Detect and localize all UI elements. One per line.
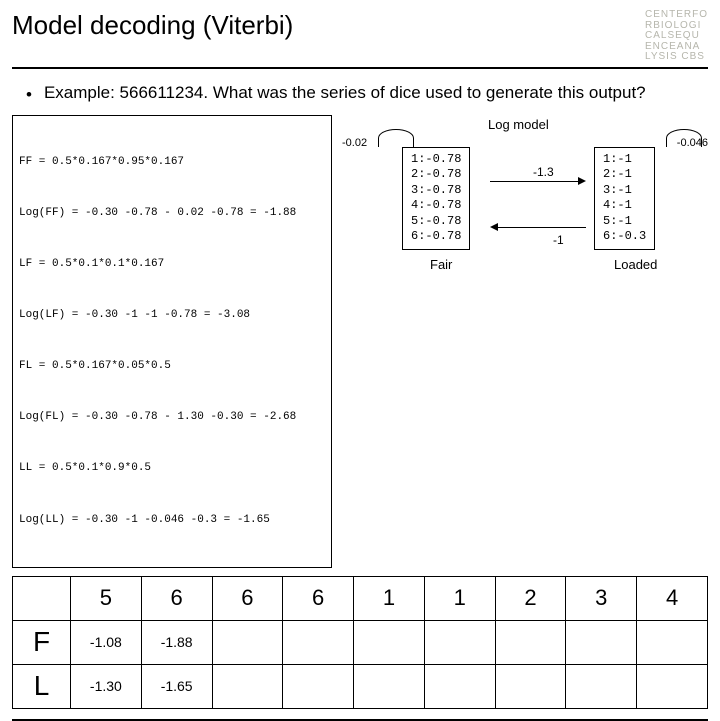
trans-prob-fl: -1.3 [533,165,554,179]
cell [495,664,566,708]
calc-box: FF = 0.5*0.167*0.95*0.167 Log(FF) = -0.3… [12,115,332,568]
fair-state-box: 1:-0.78 2:-0.78 3:-0.78 4:-0.78 5:-0.78 … [402,147,470,251]
self-prob-fair: -0.02 [342,137,367,149]
arrow-loaded-to-fair [490,221,586,233]
footer-rule [12,719,708,721]
cell [424,620,495,664]
page-title: Model decoding (Viterbi) [12,10,293,41]
col-header: 6 [283,576,354,620]
cell [566,620,637,664]
dp-table: 5 6 6 6 1 1 2 3 4 F -1.08 -1.88 L -1.30 … [12,576,708,709]
row-header-f: F [13,620,71,664]
cell [354,620,425,664]
calc-line: Log(LF) = -0.30 -1 -1 -0.78 = -3.08 [19,307,325,324]
calc-line: FF = 0.5*0.167*0.95*0.167 [19,154,325,171]
calc-line: LF = 0.5*0.1*0.1*0.167 [19,256,325,273]
table-corner [13,576,71,620]
cell [637,664,708,708]
self-loop-fair [378,129,414,147]
row-header-l: L [13,664,71,708]
cell [212,664,283,708]
col-header: 1 [424,576,495,620]
table-row: F -1.08 -1.88 [13,620,708,664]
cell: -1.30 [71,664,142,708]
example-text: Example: 566611234. What was the series … [44,83,646,105]
cell [354,664,425,708]
table-row: L -1.30 -1.65 [13,664,708,708]
example-bullet: • Example: 566611234. What was the serie… [26,83,694,105]
loaded-label: Loaded [614,257,657,272]
log-model-label: Log model [488,117,549,132]
col-header: 6 [141,576,212,620]
self-prob-loaded: -0.046 [677,137,708,149]
hmm-diagram: Log model -0.02 -0.046 1:-0.78 2:-0.78 3… [338,115,708,285]
table-header-row: 5 6 6 6 1 1 2 3 4 [13,576,708,620]
calc-line: Log(LL) = -0.30 -1 -0.046 -0.3 = -1.65 [19,512,325,529]
col-header: 6 [212,576,283,620]
loaded-state-box: 1:-1 2:-1 3:-1 4:-1 5:-1 6:-0.3 [594,147,655,251]
cell [637,620,708,664]
cell [283,620,354,664]
col-header: 3 [566,576,637,620]
cell [283,664,354,708]
col-header: 2 [495,576,566,620]
cell: -1.88 [141,620,212,664]
cell [495,620,566,664]
calc-line: FL = 0.5*0.167*0.05*0.5 [19,358,325,375]
fair-label: Fair [430,257,452,272]
trans-prob-lf: -1 [553,233,564,247]
bullet-icon: • [26,85,32,105]
cell: -1.65 [141,664,212,708]
col-header: 4 [637,576,708,620]
cell [566,664,637,708]
cell [212,620,283,664]
cell: -1.08 [71,620,142,664]
calc-line: Log(FF) = -0.30 -0.78 - 0.02 -0.78 = -1.… [19,205,325,222]
col-header: 5 [71,576,142,620]
calc-line: Log(FL) = -0.30 -0.78 - 1.30 -0.30 = -2.… [19,409,325,426]
calc-line: LL = 0.5*0.1*0.9*0.5 [19,460,325,477]
col-header: 1 [354,576,425,620]
cell [424,664,495,708]
brand-mark: CENTERFO RBIOLOGI CALSEQU ENCEANA LYSIS … [645,10,708,63]
